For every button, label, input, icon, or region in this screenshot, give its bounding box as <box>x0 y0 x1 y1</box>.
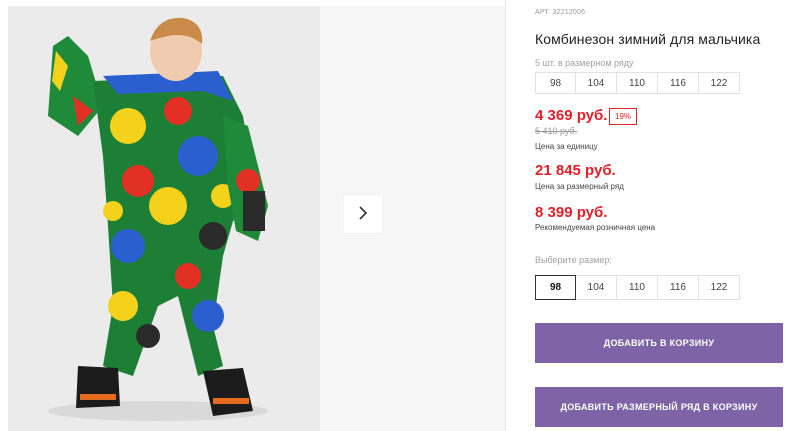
discount-badge: 19% <box>609 108 638 125</box>
column-divider <box>505 0 506 431</box>
size-option-selected[interactable]: 98 <box>535 275 576 300</box>
pack-size-cell: 104 <box>576 72 617 94</box>
retail-price: 8 399 руб. <box>535 204 608 221</box>
product-gallery <box>0 0 505 431</box>
product-sku: АРТ. 32212006 <box>535 9 586 16</box>
unit-price: 4 369 руб. <box>535 107 608 124</box>
pack-size-cell: 116 <box>658 72 699 94</box>
old-price: 5 410 руб. <box>535 126 578 136</box>
pack-price-caption: Цена за размерный ряд <box>535 182 624 191</box>
retail-price-caption: Рекомендуемая розничная цена <box>535 223 656 232</box>
add-to-cart-button[interactable]: ДОБАВИТЬ В КОРЗИНУ <box>535 323 783 363</box>
size-option[interactable]: 104 <box>576 275 617 300</box>
pack-size-cell: 98 <box>535 72 576 94</box>
product-photo[interactable] <box>8 6 320 431</box>
pack-price: 21 845 руб. <box>535 162 616 179</box>
gallery-next-button[interactable] <box>344 195 382 233</box>
product-photo-illustration <box>8 6 320 431</box>
add-pack-to-cart-button[interactable]: ДОБАВИТЬ РАЗМЕРНЫЙ РЯД В КОРЗИНУ <box>535 387 783 427</box>
pack-size-note: 5 шт. в размерном ряду <box>535 58 634 68</box>
size-option[interactable]: 116 <box>658 275 699 300</box>
product-title: Комбинезон зимний для мальчика <box>535 31 761 47</box>
unit-price-caption: Цена за единицу <box>535 142 598 151</box>
size-option[interactable]: 110 <box>617 275 658 300</box>
pack-size-cell: 122 <box>699 72 740 94</box>
chevron-right-icon <box>357 205 369 224</box>
pack-size-cell: 110 <box>617 72 658 94</box>
size-option[interactable]: 122 <box>699 275 740 300</box>
pack-size-row: 98 104 110 116 122 <box>535 72 740 94</box>
size-picker: 98 104 110 116 122 <box>535 275 740 300</box>
size-picker-label: Выберите размер: <box>535 255 612 265</box>
